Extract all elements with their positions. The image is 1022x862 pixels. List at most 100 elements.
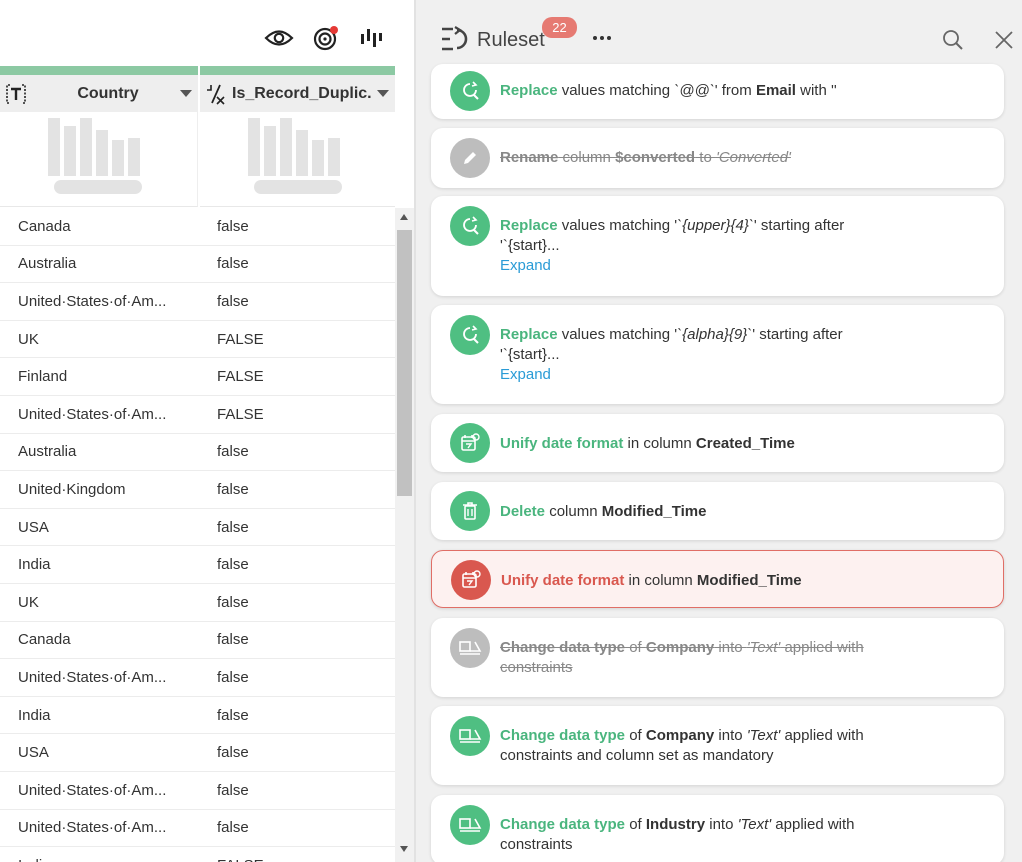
table-row[interactable]: Canada false [0, 208, 395, 246]
cell-country[interactable]: India [0, 857, 200, 862]
cell-is-record-duplicate[interactable]: false [200, 744, 395, 761]
table-row[interactable]: Finland FALSE [0, 358, 395, 396]
vertical-scrollbar[interactable] [395, 208, 414, 862]
rule-action: Change data type [500, 639, 626, 656]
cell-is-record-duplicate[interactable]: FALSE [200, 331, 395, 348]
rule-text-part: Modified_Time [601, 503, 707, 520]
rule-card[interactable]: Replace values matching `@@`' from Email… [431, 64, 1004, 119]
cell-is-record-duplicate[interactable]: false [200, 481, 395, 498]
cell-is-record-duplicate[interactable]: false [200, 218, 395, 235]
cell-is-record-duplicate[interactable]: false [200, 819, 395, 836]
cell-country[interactable]: USA [0, 744, 200, 761]
cell-is-record-duplicate[interactable]: false [200, 255, 395, 272]
cell-is-record-duplicate[interactable]: false [200, 556, 395, 573]
rule-text-part: ' starting after [752, 326, 843, 343]
table-row[interactable]: United·States·of·Am... false [0, 772, 395, 810]
rule-description: Change data type of Company into 'Text' … [500, 726, 874, 766]
cell-is-record-duplicate[interactable]: false [200, 594, 395, 611]
table-row[interactable]: Australia false [0, 246, 395, 284]
cell-country[interactable]: India [0, 707, 200, 724]
rule-action: Unify date format [500, 435, 624, 452]
cell-country[interactable]: Finland [0, 368, 200, 385]
rule-text-part: 'Converted' [715, 149, 791, 166]
column-profile-placeholder [0, 112, 198, 207]
table-row[interactable]: United·Kingdom false [0, 471, 395, 509]
cell-is-record-duplicate[interactable]: false [200, 669, 395, 686]
cell-country[interactable]: USA [0, 519, 200, 536]
rule-card[interactable]: Change data type of Company into 'Text' … [431, 618, 1004, 697]
rule-description: Unify date format in column Modified_Tim… [501, 571, 873, 591]
rule-card[interactable]: Change data type of Company into 'Text' … [431, 706, 1004, 785]
rule-action: Delete [500, 503, 546, 520]
cell-is-record-duplicate[interactable]: FALSE [200, 857, 395, 862]
chevron-down-icon[interactable] [371, 75, 395, 112]
rule-card[interactable]: Replace values matching '`{upper}{4}`' s… [431, 196, 1004, 296]
expand-link[interactable]: Expand [500, 365, 551, 385]
replace-icon [450, 71, 490, 111]
cell-country[interactable]: United·Kingdom [0, 481, 200, 498]
chevron-down-icon[interactable] [174, 75, 198, 112]
eye-icon[interactable] [263, 24, 295, 52]
rule-card[interactable]: Replace values matching '`{alpha}{9}`' s… [431, 305, 1004, 404]
scrollbar-thumb[interactable] [397, 230, 412, 496]
table-row[interactable]: IndiaFALSE [0, 847, 395, 862]
table-row[interactable]: USA false [0, 509, 395, 547]
table-row[interactable]: United·States·of·Am... false [0, 283, 395, 321]
cell-country[interactable]: United·States·of·Am... [0, 819, 200, 836]
cell-is-record-duplicate[interactable]: false [200, 443, 395, 460]
table-row[interactable]: India false [0, 697, 395, 735]
rule-text-part: values matching [557, 82, 675, 99]
rule-description: Change data type of Company into 'Text' … [500, 638, 874, 678]
close-icon[interactable] [994, 30, 1014, 55]
cell-is-record-duplicate[interactable]: false [200, 707, 395, 724]
rule-text-part: into [705, 816, 738, 833]
table-row[interactable]: USA false [0, 734, 395, 772]
rule-text-part: 'Text' [746, 727, 781, 744]
cell-is-record-duplicate[interactable]: false [200, 782, 395, 799]
scroll-down-icon[interactable] [400, 846, 408, 852]
cell-country[interactable]: UK [0, 331, 200, 348]
table-row[interactable]: UK FALSE [0, 321, 395, 359]
rule-card[interactable]: Unify date format in column Created_Time [431, 414, 1004, 472]
table-row[interactable]: India false [0, 546, 395, 584]
data-type-icon [450, 716, 490, 756]
rule-text-part: Modified_Time [696, 572, 802, 589]
cell-country[interactable]: India [0, 556, 200, 573]
table-row[interactable]: United·States·of·Am... false [0, 810, 395, 848]
rename-icon [450, 138, 490, 178]
ruleset-icon [440, 26, 470, 52]
table-row[interactable]: Australia false [0, 434, 395, 472]
rule-card[interactable]: Unify date format in column Modified_Tim… [431, 550, 1004, 608]
more-options-button[interactable] [590, 26, 614, 50]
cell-is-record-duplicate[interactable]: false [200, 631, 395, 648]
cell-country[interactable]: Australia [0, 443, 200, 460]
cell-country[interactable]: United·States·of·Am... [0, 669, 200, 686]
table-row[interactable]: United·States·of·Am... false [0, 659, 395, 697]
rule-text-part: of [625, 816, 646, 833]
table-row[interactable]: UK false [0, 584, 395, 622]
rule-card[interactable]: Change data type of Industry into 'Text'… [431, 795, 1004, 862]
cell-is-record-duplicate[interactable]: FALSE [200, 406, 395, 423]
table-row[interactable]: Canada false [0, 622, 395, 660]
rule-card[interactable]: Rename column $converted to 'Converted' [431, 128, 1004, 188]
cell-country[interactable]: Canada [0, 631, 200, 648]
column-header-country[interactable]: Country [0, 75, 198, 112]
insights-icon[interactable] [356, 24, 388, 52]
target-icon[interactable] [310, 24, 342, 52]
cell-country[interactable]: Canada [0, 218, 200, 235]
cell-country[interactable]: United·States·of·Am... [0, 782, 200, 799]
scroll-up-icon[interactable] [400, 214, 408, 220]
cell-is-record-duplicate[interactable]: false [200, 519, 395, 536]
cell-country[interactable]: UK [0, 594, 200, 611]
cell-country[interactable]: Australia [0, 255, 200, 272]
rule-text-part: Company [645, 727, 715, 744]
search-icon[interactable] [942, 29, 964, 56]
cell-country[interactable]: United·States·of·Am... [0, 406, 200, 423]
cell-is-record-duplicate[interactable]: FALSE [200, 368, 395, 385]
cell-country[interactable]: United·States·of·Am... [0, 293, 200, 310]
table-row[interactable]: United·States·of·Am... FALSE [0, 396, 395, 434]
expand-link[interactable]: Expand [500, 256, 551, 276]
column-header-is-record-duplicate[interactable]: Is_Record_Duplic... [200, 75, 395, 112]
rule-card[interactable]: Delete column Modified_Time [431, 482, 1004, 540]
cell-is-record-duplicate[interactable]: false [200, 293, 395, 310]
